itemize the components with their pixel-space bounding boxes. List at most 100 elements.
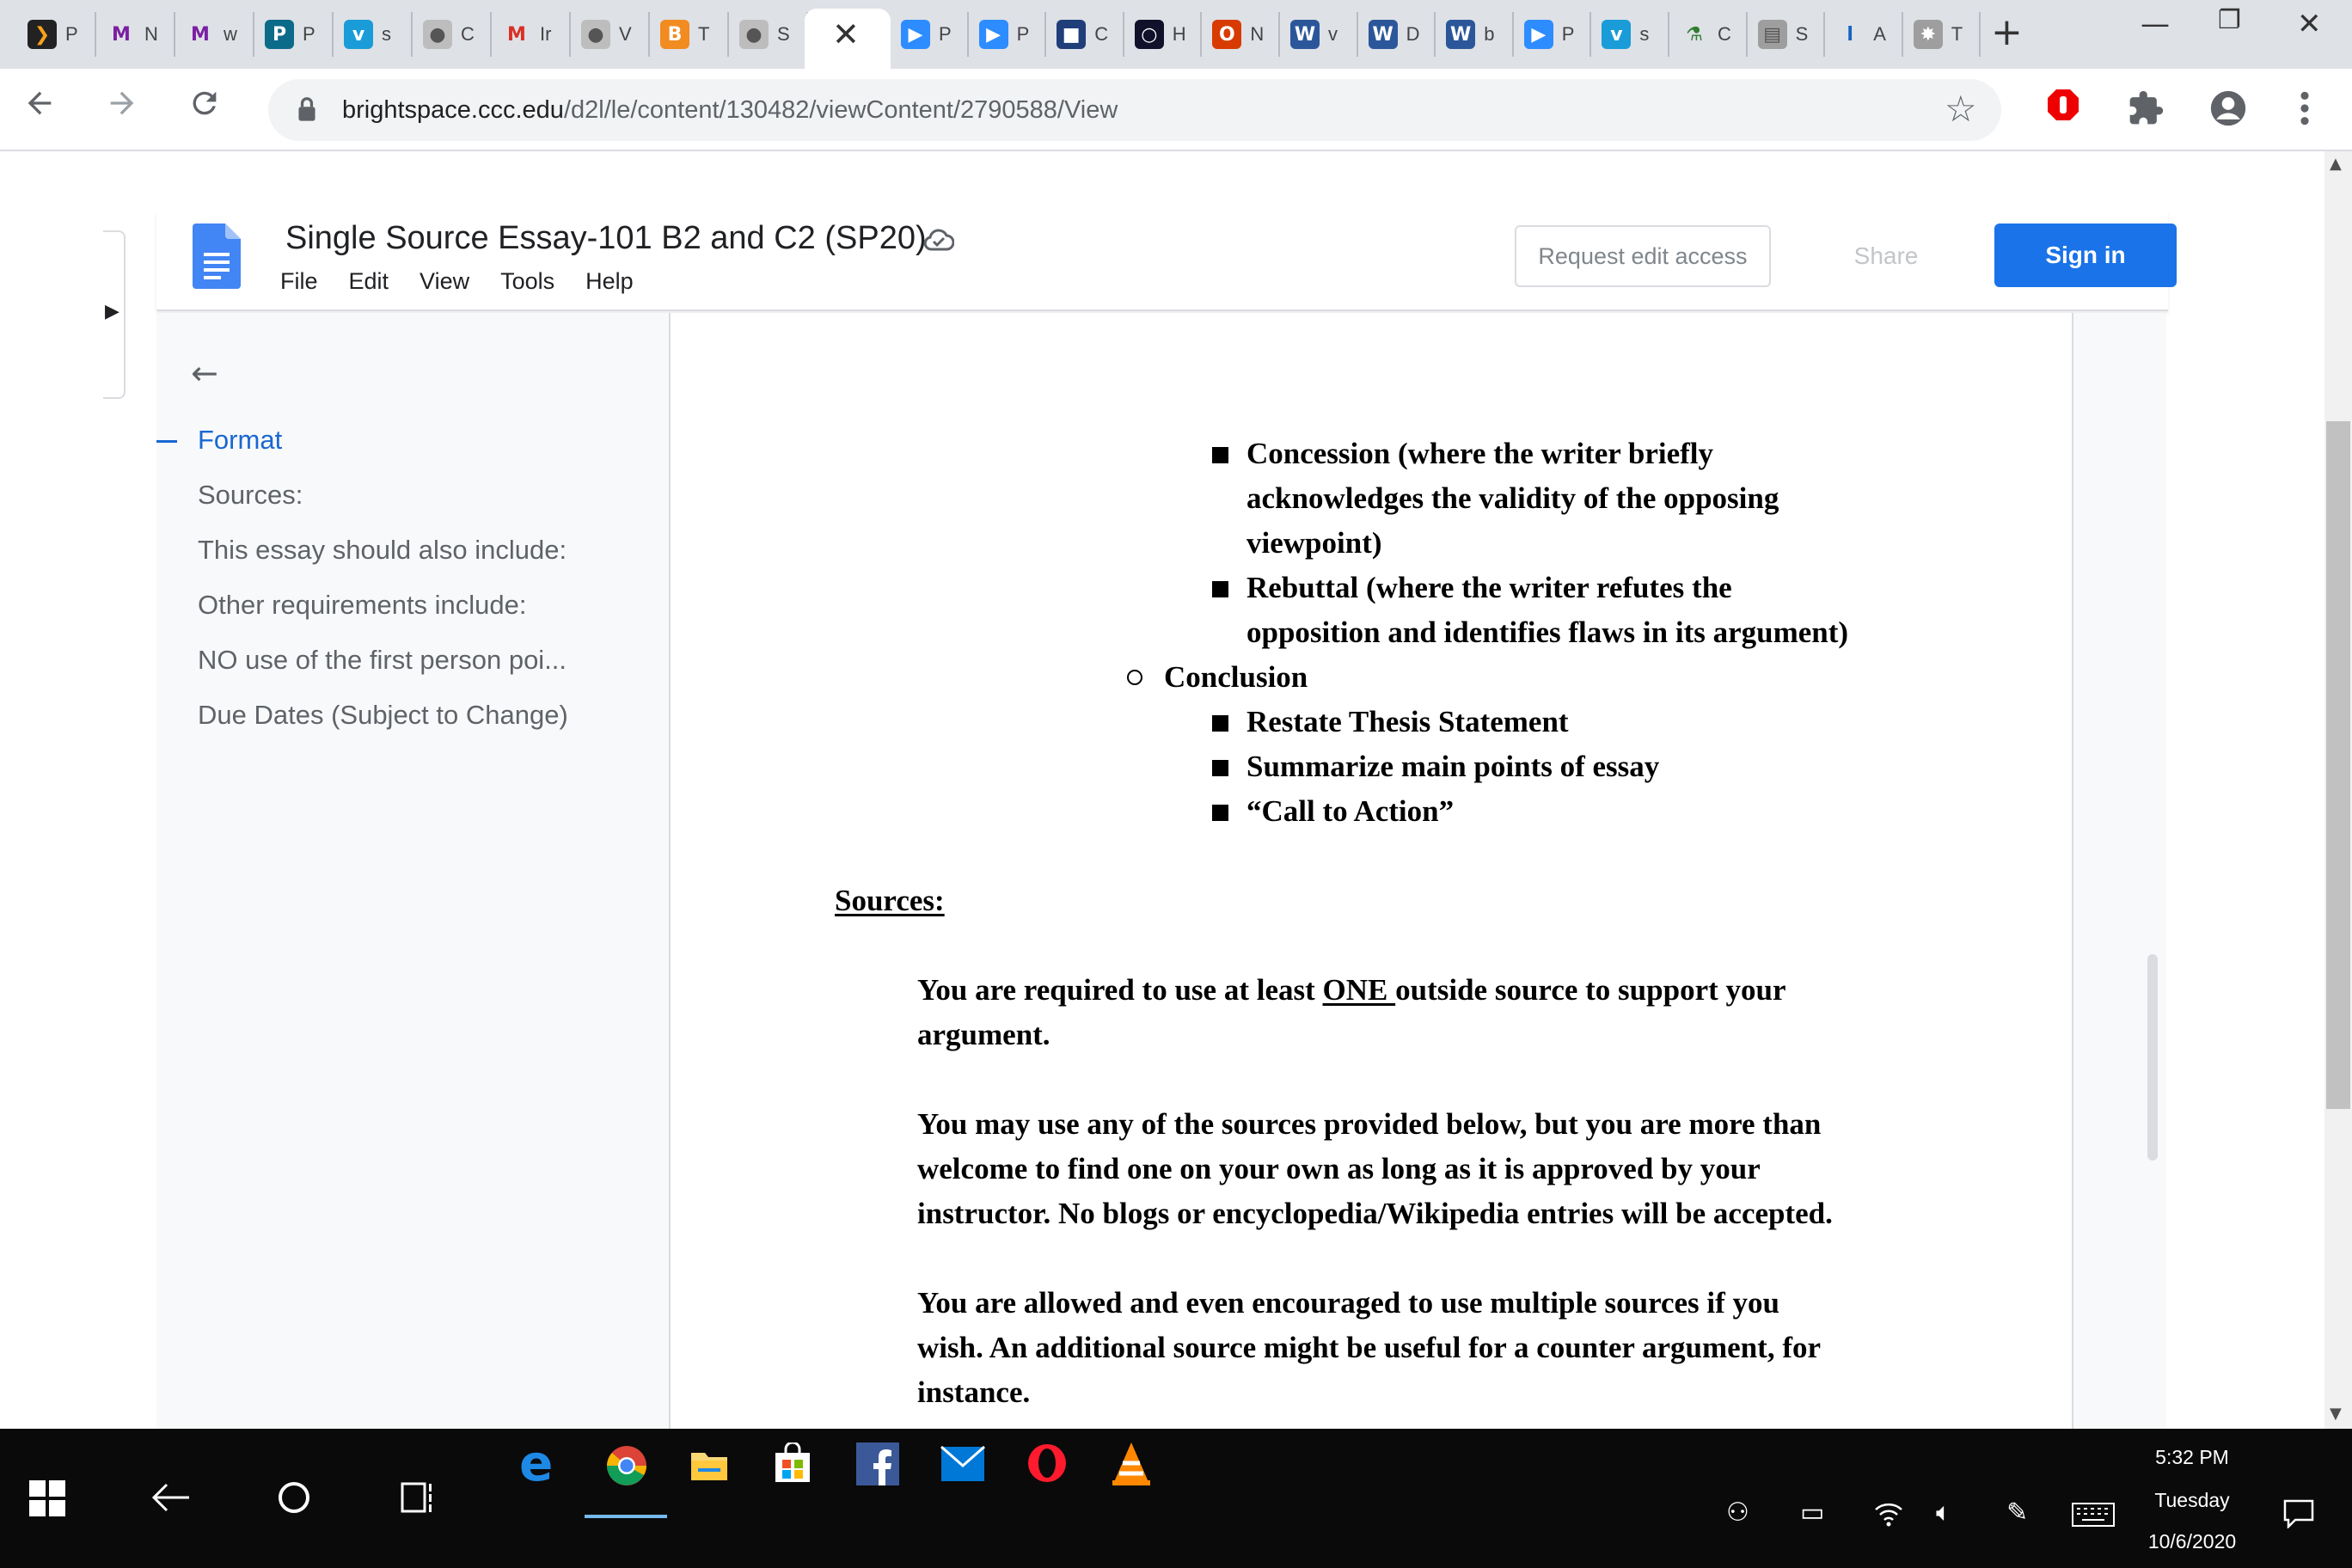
- scroll-up-arrow-icon[interactable]: ▲: [2330, 155, 2342, 173]
- browser-tab[interactable]: MN: [96, 12, 175, 57]
- browser-tab[interactable]: WD: [1358, 12, 1436, 57]
- tab-favicon-icon: v: [344, 20, 373, 49]
- kebab-menu-icon[interactable]: [2299, 89, 2311, 132]
- bookmark-star-icon[interactable]: ☆: [1945, 88, 1977, 130]
- browser-tab[interactable]: Mw: [175, 12, 254, 57]
- menu-file[interactable]: File: [277, 268, 322, 295]
- adblock-extension-icon[interactable]: [2046, 88, 2080, 126]
- browser-tab[interactable]: vs: [1591, 12, 1669, 57]
- windows-start-icon[interactable]: [29, 1480, 65, 1516]
- vlc-player-icon[interactable]: [1111, 1441, 1152, 1485]
- tab-favicon-icon: ▶: [978, 20, 1008, 49]
- cortana-search-icon[interactable]: [277, 1480, 311, 1515]
- browser-tab[interactable]: Wb: [1436, 12, 1514, 57]
- browser-tab[interactable]: ○ H: [1124, 12, 1203, 57]
- tab-title: P: [1561, 23, 1575, 45]
- sources-para-1-line-1: You are required to use at least ONE out…: [917, 968, 1786, 1013]
- tab-title: s: [382, 23, 391, 45]
- minimize-button[interactable]: —: [2141, 7, 2170, 41]
- people-icon[interactable]: ⚇: [1726, 1498, 1749, 1528]
- clock-date[interactable]: 10/6/2020: [2115, 1530, 2269, 1553]
- browser-tab[interactable]: ❯ P: [17, 12, 96, 57]
- pen-ink-icon[interactable]: ✎: [2006, 1498, 2028, 1528]
- tab-favicon-icon: W: [1290, 20, 1320, 49]
- menu-tools[interactable]: Tools: [497, 268, 558, 295]
- browser-tab[interactable]: ✸ T: [1903, 12, 1981, 57]
- browser-tab[interactable]: PP: [254, 12, 334, 57]
- browser-tab[interactable]: Wv: [1280, 12, 1358, 57]
- clock-day[interactable]: Tuesday: [2115, 1489, 2269, 1512]
- docs-header: Single Source Essay-101 B2 and C2 (SP20)…: [156, 211, 2177, 311]
- battery-icon[interactable]: ▭: [1800, 1498, 1824, 1528]
- close-tab-icon[interactable]: ✕: [832, 15, 860, 53]
- back-button[interactable]: [22, 86, 57, 130]
- share-button[interactable]: Share: [1810, 225, 1962, 287]
- request-edit-access-button[interactable]: Request edit access: [1515, 225, 1771, 287]
- volume-icon[interactable]: 🔈︎: [1936, 1498, 1951, 1528]
- outline-item-essay-include[interactable]: This essay should also include:: [198, 535, 567, 566]
- browser-tab[interactable]: ● S: [729, 12, 808, 57]
- browser-tab[interactable]: ■ C: [1046, 12, 1124, 57]
- outline-item-first-person[interactable]: NO use of the first person poi...: [198, 645, 567, 676]
- address-bar[interactable]: brightspace.ccc.edu/d2l/le/content/13048…: [268, 79, 2001, 141]
- sources-para-2-line-1: You may use any of the sources provided …: [917, 1107, 1822, 1141]
- wifi-icon[interactable]: [1874, 1501, 1903, 1527]
- restore-button[interactable]: ❐: [2218, 5, 2241, 35]
- browser-tab[interactable]: ▶ P: [1514, 12, 1592, 57]
- para1-after: outside source to support your: [1395, 973, 1786, 1007]
- mail-icon[interactable]: [940, 1446, 985, 1482]
- chrome-browser-icon[interactable]: [605, 1444, 648, 1487]
- page-scrollbar-thumb[interactable]: [2326, 421, 2350, 1109]
- browser-tab[interactable]: ⚗ C: [1669, 12, 1748, 57]
- browser-tab[interactable]: ● C: [413, 12, 492, 57]
- extensions-puzzle-icon[interactable]: [2127, 89, 2165, 132]
- document-scrollbar-thumb[interactable]: [2147, 954, 2158, 1161]
- task-view-icon[interactable]: [401, 1482, 438, 1513]
- forward-button[interactable]: [105, 86, 139, 130]
- profile-avatar-icon[interactable]: [2209, 89, 2247, 132]
- browser-tab[interactable]: ON: [1202, 12, 1280, 57]
- menu-view[interactable]: View: [416, 268, 473, 295]
- browser-tab[interactable]: ▶ P: [969, 12, 1047, 57]
- sign-in-button[interactable]: Sign in: [1994, 224, 2177, 287]
- window-close-button[interactable]: ✕: [2297, 7, 2322, 41]
- menu-edit[interactable]: Edit: [346, 268, 393, 295]
- microsoft-store-icon[interactable]: [772, 1442, 813, 1484]
- file-explorer-icon[interactable]: [689, 1448, 729, 1482]
- new-tab-button[interactable]: +: [1991, 10, 2023, 54]
- edge-browser-icon[interactable]: e: [519, 1434, 553, 1492]
- cloud-saved-icon[interactable]: [923, 227, 954, 251]
- outline-active-marker: [156, 440, 177, 443]
- outline-item-format[interactable]: Format: [198, 425, 282, 456]
- outline-item-sources[interactable]: Sources:: [198, 480, 303, 511]
- tab-favicon-icon: ●: [739, 20, 769, 49]
- tab-title: P: [303, 23, 315, 45]
- taskbar-back-icon[interactable]: [151, 1482, 191, 1513]
- tab-favicon-icon: W: [1446, 20, 1476, 49]
- tab-title: v: [1328, 23, 1338, 45]
- browser-tab[interactable]: BT: [650, 12, 729, 57]
- action-center-icon[interactable]: [2283, 1499, 2314, 1528]
- reload-button[interactable]: [187, 86, 222, 130]
- docs-menubar: File Edit View Tools Help: [277, 268, 637, 295]
- touch-keyboard-icon[interactable]: [2072, 1503, 2115, 1527]
- browser-tab[interactable]: ▤ S: [1748, 12, 1826, 57]
- tab-title: T: [698, 23, 710, 45]
- browser-tab[interactable]: lA: [1825, 12, 1903, 57]
- para1-emphasis: ONE: [1322, 973, 1396, 1007]
- outline-back-arrow-icon[interactable]: ←: [191, 354, 218, 392]
- document-title[interactable]: Single Source Essay-101 B2 and C2 (SP20): [285, 220, 927, 257]
- browser-tab[interactable]: ▶ P: [891, 12, 969, 57]
- clock-time[interactable]: 5:32 PM: [2115, 1446, 2269, 1469]
- browser-tab[interactable]: vs: [334, 12, 413, 57]
- browser-tab[interactable]: ● V: [571, 12, 650, 57]
- scroll-down-arrow-icon[interactable]: ▼: [2330, 1405, 2342, 1423]
- facebook-icon[interactable]: [856, 1442, 899, 1485]
- outline-item-other-requirements[interactable]: Other requirements include:: [198, 590, 527, 621]
- outline-item-due-dates[interactable]: Due Dates (Subject to Change): [198, 700, 568, 731]
- sources-para-2-line-2: welcome to find one on your own as long …: [917, 1152, 1761, 1185]
- opera-browser-icon[interactable]: [1026, 1442, 1068, 1484]
- browser-tab[interactable]: M Ir: [492, 12, 571, 57]
- tab-title: T: [1951, 23, 1963, 45]
- menu-help[interactable]: Help: [582, 268, 637, 295]
